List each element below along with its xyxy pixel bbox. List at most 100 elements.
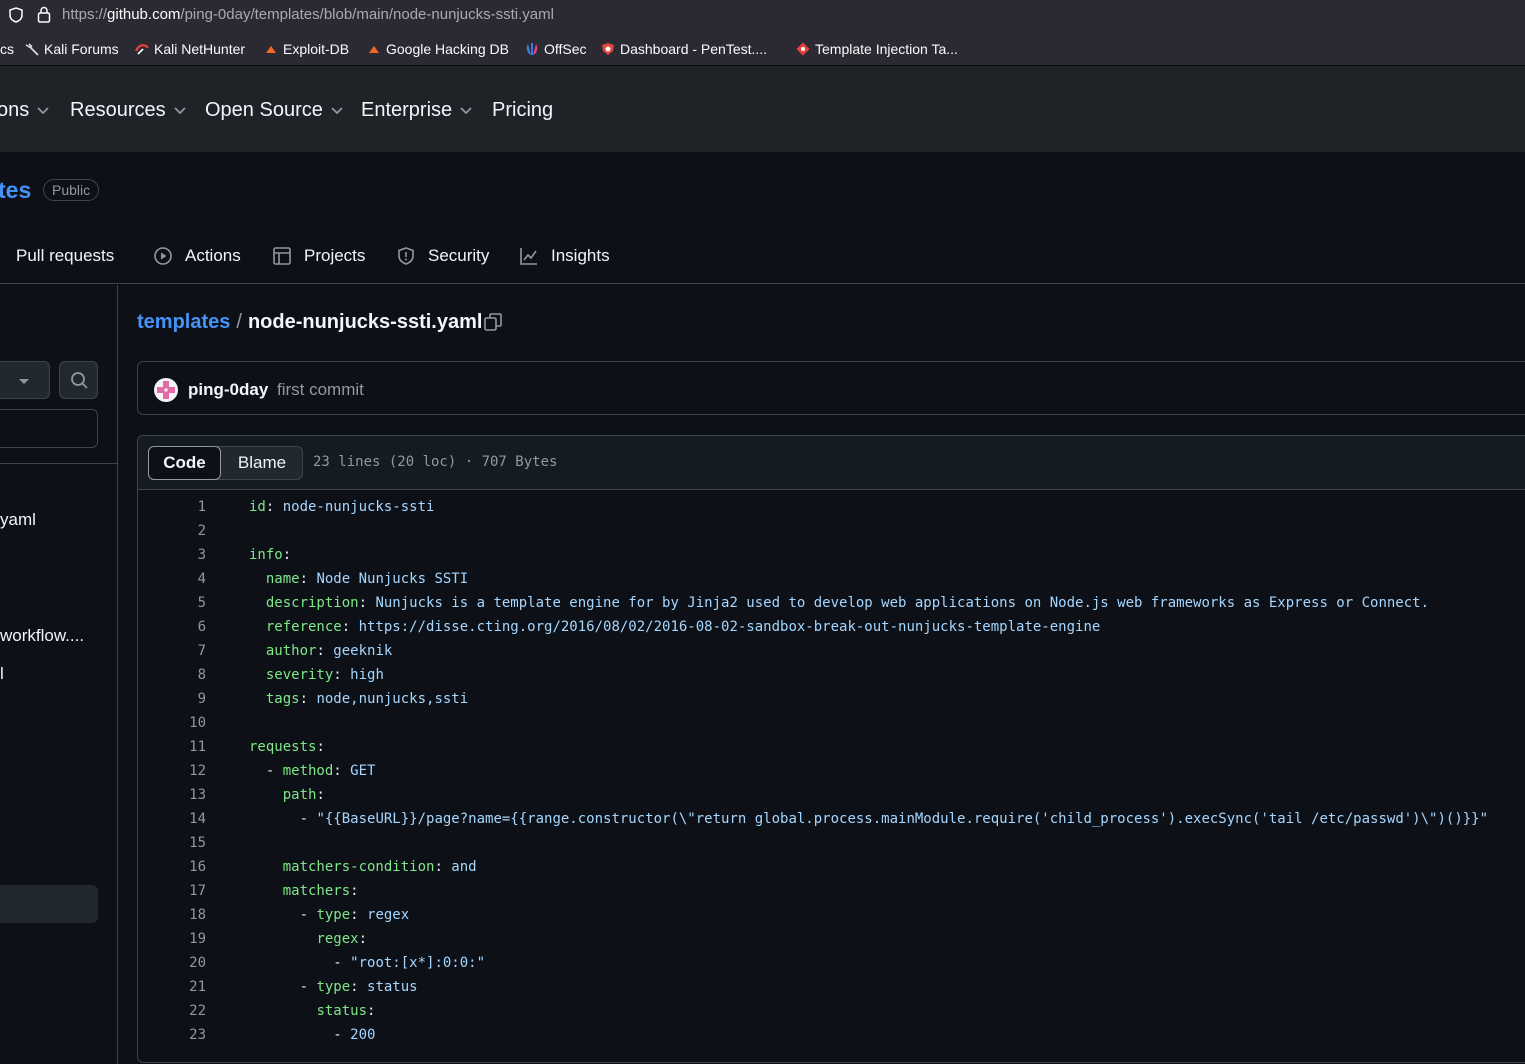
bookmark-item[interactable]: cs <box>0 41 14 57</box>
line-number[interactable]: 6 <box>138 619 206 635</box>
line-number[interactable]: 3 <box>138 547 206 563</box>
branch-select-button[interactable] <box>0 361 50 399</box>
bookmark-kali-nethunter[interactable]: Kali NetHunter <box>135 41 245 57</box>
line-number[interactable]: 12 <box>138 763 206 779</box>
code-line[interactable]: 14 - "{{BaseURL}}/page?name={{range.cons… <box>138 811 1525 835</box>
code-line[interactable]: 16 matchers-condition: and <box>138 859 1525 883</box>
sidebar-selected-item[interactable] <box>0 885 98 923</box>
line-number[interactable]: 20 <box>138 955 206 971</box>
tab-projects[interactable]: Projects <box>272 246 365 266</box>
code-line[interactable]: 7 author: geeknik <box>138 643 1525 667</box>
line-content: matchers: <box>249 883 359 899</box>
code-line[interactable]: 8 severity: high <box>138 667 1525 691</box>
line-number[interactable]: 9 <box>138 691 206 707</box>
nav-resources[interactable]: Resources <box>70 99 186 122</box>
avatar[interactable] <box>154 378 178 402</box>
code-line[interactable]: 21 - type: status <box>138 979 1525 1003</box>
commit-message-link[interactable]: first commit <box>277 380 364 400</box>
breadcrumb-repo-link[interactable]: templates <box>137 311 230 334</box>
line-number[interactable]: 21 <box>138 979 206 995</box>
tab-insights[interactable]: Insights <box>519 246 610 266</box>
code-line[interactable]: 2 <box>138 523 1525 547</box>
line-number[interactable]: 8 <box>138 667 206 683</box>
line-number[interactable]: 10 <box>138 715 206 731</box>
code-line[interactable]: 13 path: <box>138 787 1525 811</box>
code-line[interactable]: 9 tags: node,nunjucks,ssti <box>138 691 1525 715</box>
yaml-value: regex <box>367 907 410 923</box>
code-line[interactable]: 4 name: Node Nunjucks SSTI <box>138 571 1525 595</box>
bookmark-dashboard-pentest[interactable]: Dashboard - PenTest.... <box>601 41 767 57</box>
nav-label: Pricing <box>492 99 554 121</box>
code-line[interactable]: 6 reference: https://disse.cting.org/201… <box>138 619 1525 643</box>
code-line[interactable]: 12 - method: GET <box>138 763 1525 787</box>
line-number[interactable]: 1 <box>138 499 206 515</box>
bookmark-exploit-db[interactable]: Exploit-DB <box>264 41 349 57</box>
yaml-value: and <box>451 859 477 875</box>
line-number[interactable]: 2 <box>138 523 206 539</box>
yaml-value: high <box>350 667 384 683</box>
blame-view-button[interactable]: Blame <box>221 447 303 479</box>
tab-security[interactable]: Security <box>396 246 489 266</box>
pull-request-icon <box>0 246 12 266</box>
nav-solutions[interactable]: ons <box>0 99 49 122</box>
code-line[interactable]: 1 id: node-nunjucks-ssti <box>138 499 1525 523</box>
chevron-down-icon <box>331 106 343 114</box>
yaml-value: "root:[x*]:0:0:" <box>350 955 486 971</box>
code-line[interactable]: 19 regex: <box>138 931 1525 955</box>
shield-icon[interactable] <box>9 7 23 23</box>
line-number[interactable]: 15 <box>138 835 206 851</box>
lock-icon[interactable] <box>37 6 51 23</box>
line-number[interactable]: 16 <box>138 859 206 875</box>
line-number[interactable]: 7 <box>138 643 206 659</box>
code-line[interactable]: 11 requests: <box>138 739 1525 763</box>
url-host: github.com <box>107 6 181 23</box>
line-number[interactable]: 11 <box>138 739 206 755</box>
bookmark-kali-forums[interactable]: Kali Forums <box>25 41 119 57</box>
commit-author-link[interactable]: ping-0day <box>188 380 268 400</box>
code-line[interactable]: 17 matchers: <box>138 883 1525 907</box>
line-number[interactable]: 13 <box>138 787 206 803</box>
bookmark-template-injection[interactable]: Template Injection Ta... <box>796 41 958 57</box>
tab-actions[interactable]: Actions <box>153 246 241 266</box>
nethunter-icon <box>135 44 149 55</box>
line-content: requests: <box>249 739 325 755</box>
sidebar-file-item[interactable]: yaml <box>0 510 36 530</box>
code-view-button[interactable]: Code <box>148 446 221 480</box>
bookmarks-bar: cs Kali Forums Kali NetHunter Exploit-DB… <box>0 30 1525 66</box>
line-number[interactable]: 22 <box>138 1003 206 1019</box>
line-number[interactable]: 23 <box>138 1027 206 1043</box>
yaml-value: node-nunjucks-ssti <box>282 499 435 515</box>
browser-url-bar[interactable]: https://github.com/ping-0day/templates/b… <box>0 0 1525 30</box>
nav-open-source[interactable]: Open Source <box>205 99 343 122</box>
yaml-key: author <box>265 643 317 659</box>
view-mode-segmented-control: Code Blame <box>148 446 303 480</box>
line-number[interactable]: 5 <box>138 595 206 611</box>
tab-pull-requests[interactable]: Pull requests <box>0 246 114 266</box>
code-line[interactable]: 15 <box>138 835 1525 859</box>
file-header: Code Blame 23 lines (20 loc) · 707 Bytes <box>138 436 1525 490</box>
line-number[interactable]: 14 <box>138 811 206 827</box>
url-text[interactable]: https://github.com/ping-0day/templates/b… <box>62 6 554 23</box>
repo-name-link[interactable]: tes <box>0 177 31 204</box>
copy-icon[interactable] <box>483 312 503 332</box>
line-number[interactable]: 17 <box>138 883 206 899</box>
code-line[interactable]: 20 - "root:[x*]:0:0:" <box>138 955 1525 979</box>
code-line[interactable]: 18 - type: regex <box>138 907 1525 931</box>
code-line[interactable]: 22 status: <box>138 1003 1525 1027</box>
bookmark-google-hacking-db[interactable]: Google Hacking DB <box>367 41 509 57</box>
search-button[interactable] <box>59 361 98 399</box>
sidebar-file-item[interactable]: l <box>0 664 4 684</box>
file-filter-input[interactable] <box>0 409 98 448</box>
code-line[interactable]: 23 - 200 <box>138 1027 1525 1051</box>
bookmark-offsec[interactable]: OffSec <box>525 41 587 57</box>
yaml-separator: : <box>316 643 334 659</box>
sidebar-file-item[interactable]: workflow.... <box>0 626 84 646</box>
code-line[interactable]: 5 description: Nunjucks is a template en… <box>138 595 1525 619</box>
line-number[interactable]: 18 <box>138 907 206 923</box>
line-number[interactable]: 4 <box>138 571 206 587</box>
code-line[interactable]: 10 <box>138 715 1525 739</box>
code-line[interactable]: 3 info: <box>138 547 1525 571</box>
nav-enterprise[interactable]: Enterprise <box>361 99 472 122</box>
line-number[interactable]: 19 <box>138 931 206 947</box>
nav-pricing[interactable]: Pricing <box>492 99 553 122</box>
